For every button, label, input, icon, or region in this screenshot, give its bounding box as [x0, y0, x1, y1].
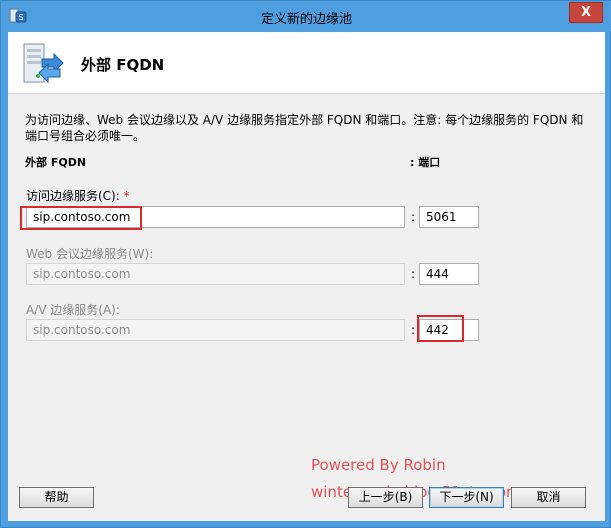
webconf-edge-colon: :	[411, 267, 416, 281]
webconf-edge-port-input[interactable]	[419, 263, 479, 285]
av-edge-label: A/V 边缘服务(A):	[26, 303, 120, 317]
wizard-window: S 定义新的边缘池 X 外部 FQDN 为访问边缘、Web 会议边缘以及 A/V…	[0, 0, 611, 528]
page-header: 外部 FQDN	[8, 32, 605, 94]
port-column-label: : 端口	[410, 156, 441, 169]
av-edge-fqdn-input[interactable]	[26, 319, 405, 341]
watermark-line1: Powered By Robin	[311, 456, 446, 474]
title-bar[interactable]: S 定义新的边缘池 X	[1, 1, 611, 31]
access-edge-port-input[interactable]	[419, 206, 479, 228]
fqdn-column-label: 外部 FQDN	[25, 156, 87, 169]
back-button[interactable]: 上一步(B)	[348, 487, 423, 508]
webconf-edge-label: Web 会议边缘服务(W):	[26, 247, 154, 261]
access-edge-fqdn-input[interactable]	[26, 206, 405, 228]
access-edge-label: 访问边缘服务(C): *	[26, 189, 130, 203]
window-title: 定义新的边缘池	[260, 12, 352, 27]
cancel-button[interactable]: 取消	[511, 487, 586, 508]
access-edge-colon: :	[411, 210, 416, 224]
av-edge-port-input[interactable]	[419, 319, 479, 341]
av-edge-colon: :	[411, 323, 416, 337]
page-title: 外部 FQDN	[81, 56, 165, 74]
close-button[interactable]: X	[569, 2, 603, 23]
help-button[interactable]: 帮助	[19, 487, 94, 508]
server-arrows-icon	[23, 43, 64, 84]
description-text: 为访问边缘、Web 会议边缘以及 A/V 边缘服务指定外部 FQDN 和端口。注…	[25, 113, 584, 143]
next-button[interactable]: 下一步(N)	[429, 487, 504, 508]
dialog-body: 外部 FQDN 为访问边缘、Web 会议边缘以及 A/V 边缘服务指定外部 FQ…	[8, 32, 605, 521]
required-mark: *	[123, 189, 130, 203]
webconf-edge-fqdn-input[interactable]	[26, 263, 405, 285]
